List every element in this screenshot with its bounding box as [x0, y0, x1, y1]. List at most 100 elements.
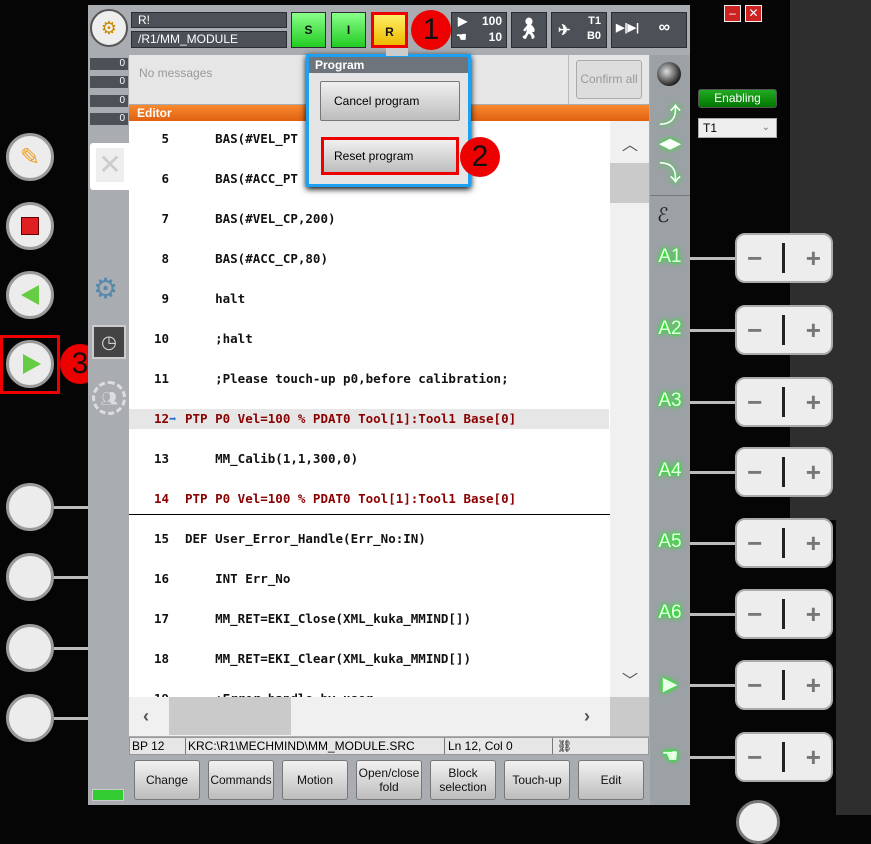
minimize-button[interactable]: –	[724, 5, 741, 22]
edit-button[interactable]: Edit	[578, 760, 644, 800]
annotation-badge-2: 2	[460, 137, 500, 177]
touch-up-button[interactable]: Touch-up	[504, 760, 570, 800]
block-selection-button[interactable]: Block selection	[430, 760, 496, 800]
open-close-fold-button[interactable]: Open/close fold	[356, 760, 422, 800]
line-text: BAS(#VEL_CP,200)	[185, 211, 336, 226]
soft-button-2[interactable]	[6, 553, 54, 601]
soft-button-4[interactable]	[6, 694, 54, 742]
users-icon[interactable]: 👥︎	[92, 381, 126, 415]
cancel-program-button[interactable]: Cancel program	[320, 81, 460, 121]
line-text: INT Err_No	[185, 571, 291, 586]
connector-line	[690, 684, 736, 687]
code-line[interactable]: 16 INT Err_No	[129, 569, 609, 589]
commands-button[interactable]: Commands	[208, 760, 274, 800]
minus-icon[interactable]: −	[747, 457, 762, 488]
soft-button-3[interactable]	[6, 624, 54, 672]
line-number: 16	[153, 571, 169, 586]
robot-interpreter-button[interactable]: R	[371, 12, 408, 48]
code-line[interactable]: 11 ;Please touch-up p0,before calibratio…	[129, 369, 609, 389]
edit-pencil-button[interactable]: ✎	[6, 133, 54, 181]
clock-icon[interactable]: ◷	[92, 325, 126, 359]
code-line[interactable]: 12➡ PTP P0 Vel=100 % PDAT0 Tool[1]:Tool1 …	[129, 409, 609, 429]
code-line[interactable]: 14 PTP P0 Vel=100 % PDAT0 Tool[1]:Tool1 B…	[129, 489, 609, 509]
scroll-thumb[interactable]	[610, 163, 649, 203]
code-line[interactable]: 19 ;Error handle by user	[129, 689, 609, 697]
robot-coordinate-icon[interactable]: ℰ	[657, 203, 669, 228]
confirm-all-button[interactable]: Confirm all	[576, 60, 642, 99]
jog-key[interactable]: − +	[735, 447, 833, 497]
program-popup: Program Cancel program Reset program	[306, 54, 471, 187]
code-line[interactable]: 9 halt	[129, 289, 609, 309]
soft-button-1[interactable]	[6, 483, 54, 531]
globe-icon[interactable]	[657, 62, 681, 86]
change-button[interactable]: Change	[134, 760, 200, 800]
code-line[interactable]: 13 MM_Calib(1,1,300,0)	[129, 449, 609, 469]
enabling-button[interactable]: Enabling	[698, 89, 777, 108]
plus-icon[interactable]: +	[806, 315, 821, 346]
minus-icon[interactable]: −	[747, 742, 762, 773]
program-pointer-icon: ➡	[169, 411, 177, 426]
minus-icon[interactable]: −	[747, 243, 762, 274]
kuka-bottom-button[interactable]	[736, 800, 780, 844]
minus-icon[interactable]: −	[747, 599, 762, 630]
horizontal-scroll-thumb[interactable]	[169, 697, 291, 735]
program-path[interactable]: /R1/MM_MODULE	[131, 31, 287, 48]
jog-key[interactable]: − +	[735, 589, 833, 639]
code-line[interactable]: 8 BAS(#ACC_CP,80)	[129, 249, 609, 269]
minus-icon[interactable]: −	[747, 387, 762, 418]
jog-key[interactable]: − +	[735, 305, 833, 355]
editor-status-bar: BP 12 KRC:\R1\MECHMIND\MM_MODULE.SRC Ln …	[129, 737, 649, 755]
plus-icon[interactable]: +	[806, 599, 821, 630]
code-line[interactable]: 10 ;halt	[129, 329, 609, 349]
vertical-scrollbar[interactable]: ︿ ﹀	[610, 121, 649, 697]
close-editor-tab[interactable]: ✕	[90, 143, 130, 190]
plus-icon[interactable]: +	[806, 742, 821, 773]
close-window-button[interactable]: ✕	[745, 5, 762, 22]
plus-icon[interactable]: +	[806, 670, 821, 701]
minus-icon[interactable]: −	[747, 670, 762, 701]
walk-mode-button[interactable]: 🚶︎	[511, 12, 547, 48]
code-line[interactable]: 18 MM_RET=EKI_Clear(XML_kuka_MMIND[])	[129, 649, 609, 669]
jog-key[interactable]: − +	[735, 233, 833, 283]
plus-icon[interactable]: +	[806, 457, 821, 488]
scroll-corner	[610, 697, 649, 736]
line-number: 12	[153, 411, 169, 426]
scroll-right-icon[interactable]: ›	[584, 706, 590, 727]
submit-interpreter-button[interactable]: S	[291, 12, 326, 48]
tool-base-button[interactable]: ✈ T1 B0	[551, 12, 607, 48]
drives-button[interactable]: I	[331, 12, 366, 48]
line-text: DEF User_Error_Handle(Err_No:IN)	[185, 531, 426, 546]
jog-key[interactable]: − +	[735, 732, 833, 782]
line-text: ;Please touch-up p0,before calibration;	[185, 371, 509, 386]
backward-button[interactable]	[6, 271, 54, 319]
line-number: 14	[153, 491, 169, 506]
jog-key[interactable]: − +	[735, 377, 833, 427]
line-text: PTP P0 Vel=100 % PDAT0 Tool[1]:Tool1 Bas…	[185, 491, 517, 506]
jog-key[interactable]: − +	[735, 518, 833, 568]
horizontal-scrollbar[interactable]: ‹ ›	[129, 697, 610, 736]
reset-program-button[interactable]: Reset program	[321, 137, 459, 175]
minus-icon[interactable]: −	[747, 315, 762, 346]
code-line[interactable]: 15 DEF User_Error_Handle(Err_No:IN)	[129, 529, 609, 549]
stop-button[interactable]	[6, 202, 54, 250]
motion-button[interactable]: Motion	[282, 760, 348, 800]
override-button[interactable]: ▶ 100 ☚ 10	[451, 12, 507, 48]
minus-icon[interactable]: −	[747, 528, 762, 559]
plus-icon[interactable]: +	[806, 387, 821, 418]
code-line[interactable]: 7 BAS(#VEL_CP,200)	[129, 209, 609, 229]
jog-key[interactable]: − +	[735, 660, 833, 710]
run-mode-button[interactable]: ▶|▶| ∞	[611, 12, 687, 48]
kuka-logo-button[interactable]: ⚙	[90, 9, 128, 47]
plus-icon[interactable]: +	[806, 243, 821, 274]
mode-select[interactable]: T1 ⌄	[698, 118, 777, 138]
plus-icon[interactable]: +	[806, 528, 821, 559]
code-line[interactable]: 17 MM_RET=EKI_Close(XML_kuka_MMIND[])	[129, 609, 609, 629]
code-area[interactable]: 5 BAS(#VEL_PT 6 BAS(#ACC_PT 7 BAS(#VEL_CP,…	[129, 121, 610, 697]
scroll-left-icon[interactable]: ‹	[143, 706, 149, 727]
scroll-down-icon[interactable]: ﹀	[622, 667, 638, 691]
jog-arrows-icon[interactable]: ⤴ ◂▸ ⤵	[650, 96, 690, 188]
annotation-badge-1: 1	[411, 10, 451, 50]
scroll-up-icon[interactable]: ︿	[622, 131, 638, 155]
settings-gear-icon[interactable]: ⚙	[93, 272, 118, 305]
axis-label: A5	[658, 531, 682, 552]
